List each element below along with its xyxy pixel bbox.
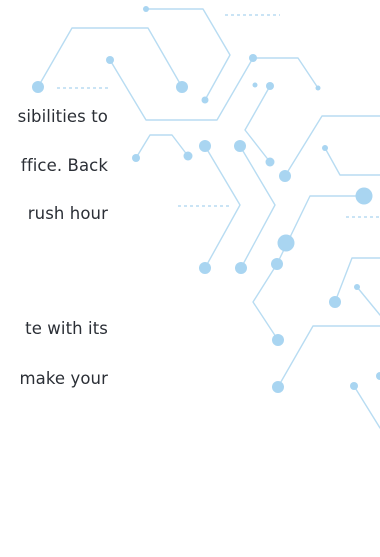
circuit-node [271,258,283,270]
circuit-node [132,154,140,162]
circuit-node [32,81,44,93]
circuit-node [279,170,291,182]
circuit-node [249,54,257,62]
circuit-nodes [32,6,380,393]
circuit-node [106,56,114,64]
circuit-node [234,140,246,152]
circuit-node [322,145,328,151]
circuit-node [199,262,211,274]
circuit-node [354,284,360,290]
circuit-node [235,262,247,274]
circuit-node [266,82,274,90]
circuit-node [176,81,188,93]
circuit-node [315,85,321,91]
circuit-node [272,381,284,393]
circuit-node [201,96,209,104]
circuit-node [376,372,380,380]
circuit-node [143,6,149,12]
circuit-node [183,151,193,161]
circuit-node [329,296,341,308]
circuit-node [350,382,358,390]
page-canvas: sibilities to ffice. Back rush hour te w… [0,0,380,557]
circuit-node [277,234,295,252]
circuit-node [199,140,211,152]
circuit-node [272,334,284,346]
circuit-node [355,187,373,205]
circuit-board-graphic [32,6,380,429]
circuit-node [265,157,275,167]
circuit-node [252,82,258,88]
circuit-traces [37,8,380,429]
